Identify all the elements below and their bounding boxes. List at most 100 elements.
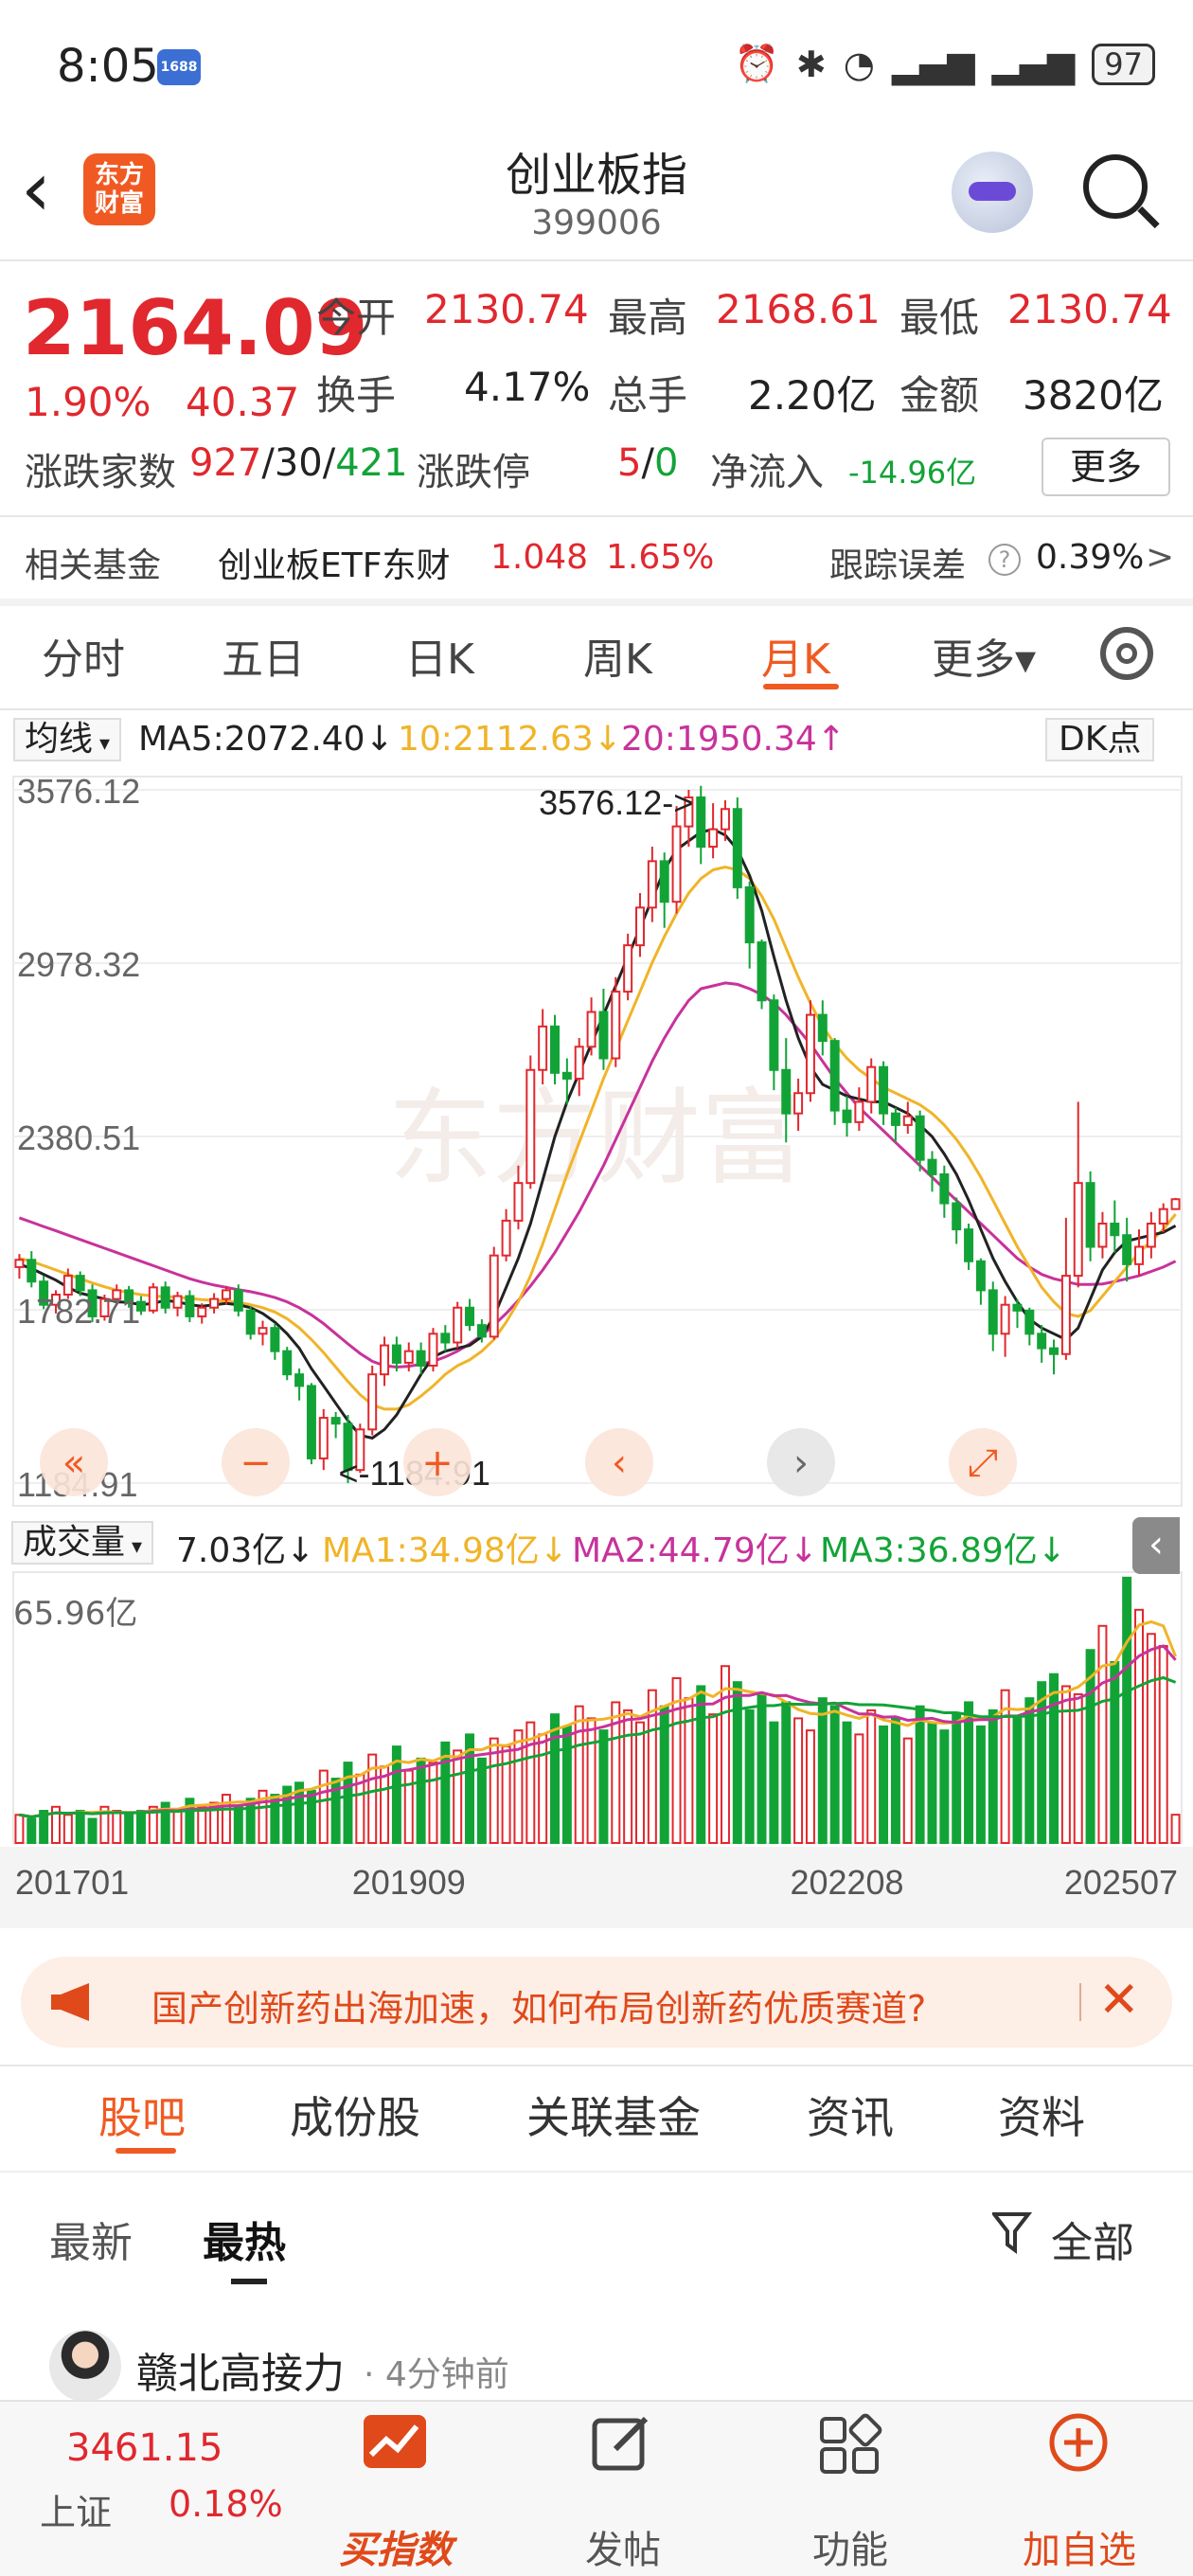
app-notification-icon: 1688 — [157, 49, 201, 85]
sort-hottest[interactable]: 最热 — [203, 2209, 286, 2269]
dk-point-button[interactable]: DK点 — [1045, 718, 1155, 761]
volume-bar — [866, 1708, 877, 1844]
volume-bar — [1097, 1624, 1108, 1844]
y-tick-label: 3576.12 — [17, 772, 140, 811]
chart-settings-icon[interactable] — [1100, 627, 1153, 680]
avatar[interactable] — [49, 2330, 121, 2402]
open-label: 今开 — [316, 295, 397, 341]
ai-assistant-icon[interactable] — [952, 152, 1033, 233]
tab-constituents[interactable]: 成份股 — [290, 2084, 420, 2146]
scroll-left-icon[interactable]: ‹ — [585, 1428, 653, 1496]
functions-icon[interactable] — [816, 2413, 882, 2476]
volume-bar — [781, 1701, 792, 1844]
candle-body — [148, 1286, 158, 1312]
tab-intraday[interactable]: 分时 — [42, 625, 125, 686]
volume-bar — [829, 1705, 840, 1844]
volume-bar — [623, 1708, 633, 1844]
limit-up: 5 — [617, 441, 642, 485]
sh-index-pct[interactable]: 0.18% — [169, 2483, 283, 2525]
volume-indicator-selector[interactable]: 成交量 ▾ — [11, 1521, 154, 1565]
nav-button-glyph: « — [62, 1441, 85, 1485]
candle-body — [1049, 1347, 1059, 1355]
candle-body — [1085, 1182, 1095, 1248]
content-tabs-divider — [0, 2171, 1193, 2173]
candle-body — [805, 1013, 815, 1095]
help-icon[interactable]: ? — [988, 544, 1021, 576]
search-icon[interactable] — [1083, 154, 1148, 219]
close-icon[interactable]: ✕ — [1098, 1972, 1140, 2029]
compose-icon[interactable] — [589, 2413, 655, 2476]
post-button[interactable]: 发帖 — [528, 2519, 718, 2574]
signal-icon: ▂▄▆ — [891, 43, 975, 85]
tab-daily-k[interactable]: 日K — [405, 625, 474, 686]
tab-news[interactable]: 资讯 — [807, 2084, 894, 2146]
filter-icon[interactable] — [992, 2210, 1034, 2256]
tabs-divider — [0, 708, 1193, 710]
high-label: 最高 — [608, 295, 688, 341]
sh-index-name[interactable]: 上证 — [40, 2483, 112, 2535]
candle-body — [1122, 1234, 1132, 1265]
kline-chart[interactable]: 东方财富 3576.122978.322380.511782.711184.91… — [0, 758, 1193, 1932]
fullscreen-icon[interactable]: ⤢ — [949, 1428, 1017, 1496]
tracking-arrow-icon[interactable]: > — [1146, 538, 1174, 577]
nav-button-glyph: + — [421, 1441, 454, 1485]
zoom-out-icon[interactable]: − — [222, 1428, 290, 1496]
active-tab-indicator — [763, 684, 839, 689]
tab-forum[interactable]: 股吧 — [98, 2084, 186, 2146]
buy-index-button[interactable]: 买指数 — [301, 2519, 490, 2574]
add-watchlist-button[interactable]: 加自选 — [985, 2519, 1174, 2574]
volume-bar — [343, 1762, 353, 1845]
megaphone-icon — [51, 1983, 89, 2021]
y-tick-label: 2978.32 — [17, 945, 140, 984]
tab-related-funds[interactable]: 关联基金 — [526, 2084, 701, 2146]
volume-bar — [124, 1814, 134, 1845]
scroll-far-left-icon[interactable]: « — [40, 1428, 108, 1496]
tab-weekly-k[interactable]: 周K — [583, 625, 652, 686]
wifi-icon: ◔ — [843, 43, 875, 85]
candle-body — [964, 1228, 974, 1262]
volume-max-label: 65.96亿 — [13, 1595, 138, 1633]
volume-bar — [1049, 1673, 1059, 1844]
low-value: 2130.74 — [1007, 286, 1172, 332]
candle-body — [842, 1109, 852, 1123]
tab-profile[interactable]: 资料 — [998, 2084, 1085, 2146]
more-button[interactable]: 更多 — [1042, 438, 1170, 496]
sort-latest[interactable]: 最新 — [49, 2209, 133, 2269]
signal-icon-2: ▂▄▆ — [991, 43, 1076, 85]
candle-body — [197, 1306, 207, 1317]
candle-body — [282, 1350, 293, 1376]
ma5-legend: MA5:2072.40↓ — [138, 720, 394, 759]
candle-body — [744, 886, 755, 944]
low-label: 最低 — [899, 295, 980, 341]
collapse-panel-icon[interactable]: ‹ — [1132, 1517, 1180, 1574]
candle-body — [793, 1092, 804, 1115]
volume-bar — [14, 1814, 25, 1845]
volume-bar — [805, 1729, 815, 1845]
candle-body — [489, 1254, 499, 1338]
related-fund-name[interactable]: 创业板ETF东财 — [218, 538, 450, 587]
indicator-selector[interactable]: 均线 ▾ — [13, 718, 122, 761]
candle-body — [233, 1289, 243, 1312]
sh-index-price[interactable]: 3461.15 — [66, 2426, 223, 2470]
filter-all[interactable]: 全部 — [1051, 2209, 1134, 2269]
section-gap — [0, 599, 1193, 606]
tab-more[interactable]: 更多▾ — [932, 625, 1036, 686]
functions-button[interactable]: 功能 — [756, 2519, 945, 2574]
vol-ma1-legend: MA1:34.98亿↓ — [322, 1531, 568, 1570]
tab-monthly-k[interactable]: 月K — [761, 625, 830, 686]
candle-body — [586, 1011, 596, 1048]
candle-body — [647, 860, 657, 909]
breadth-values: 927/30/421 — [189, 441, 408, 485]
volume-bar — [574, 1705, 584, 1844]
zoom-in-icon[interactable]: + — [403, 1428, 472, 1496]
scroll-right-icon[interactable]: › — [767, 1428, 835, 1496]
promo-banner-text[interactable]: 国产创新药出海加速，如何布局创新药优质赛道? — [151, 1979, 926, 2031]
volume-bar — [27, 1817, 37, 1845]
candle-body — [696, 796, 706, 849]
add-watchlist-icon[interactable] — [1045, 2411, 1112, 2474]
candle-body — [720, 808, 730, 831]
tab-five-day[interactable]: 五日 — [222, 625, 305, 686]
buy-index-icon[interactable] — [362, 2413, 428, 2476]
volume-bar — [854, 1733, 864, 1845]
post-author[interactable]: 赣北高接力 — [136, 2339, 345, 2400]
